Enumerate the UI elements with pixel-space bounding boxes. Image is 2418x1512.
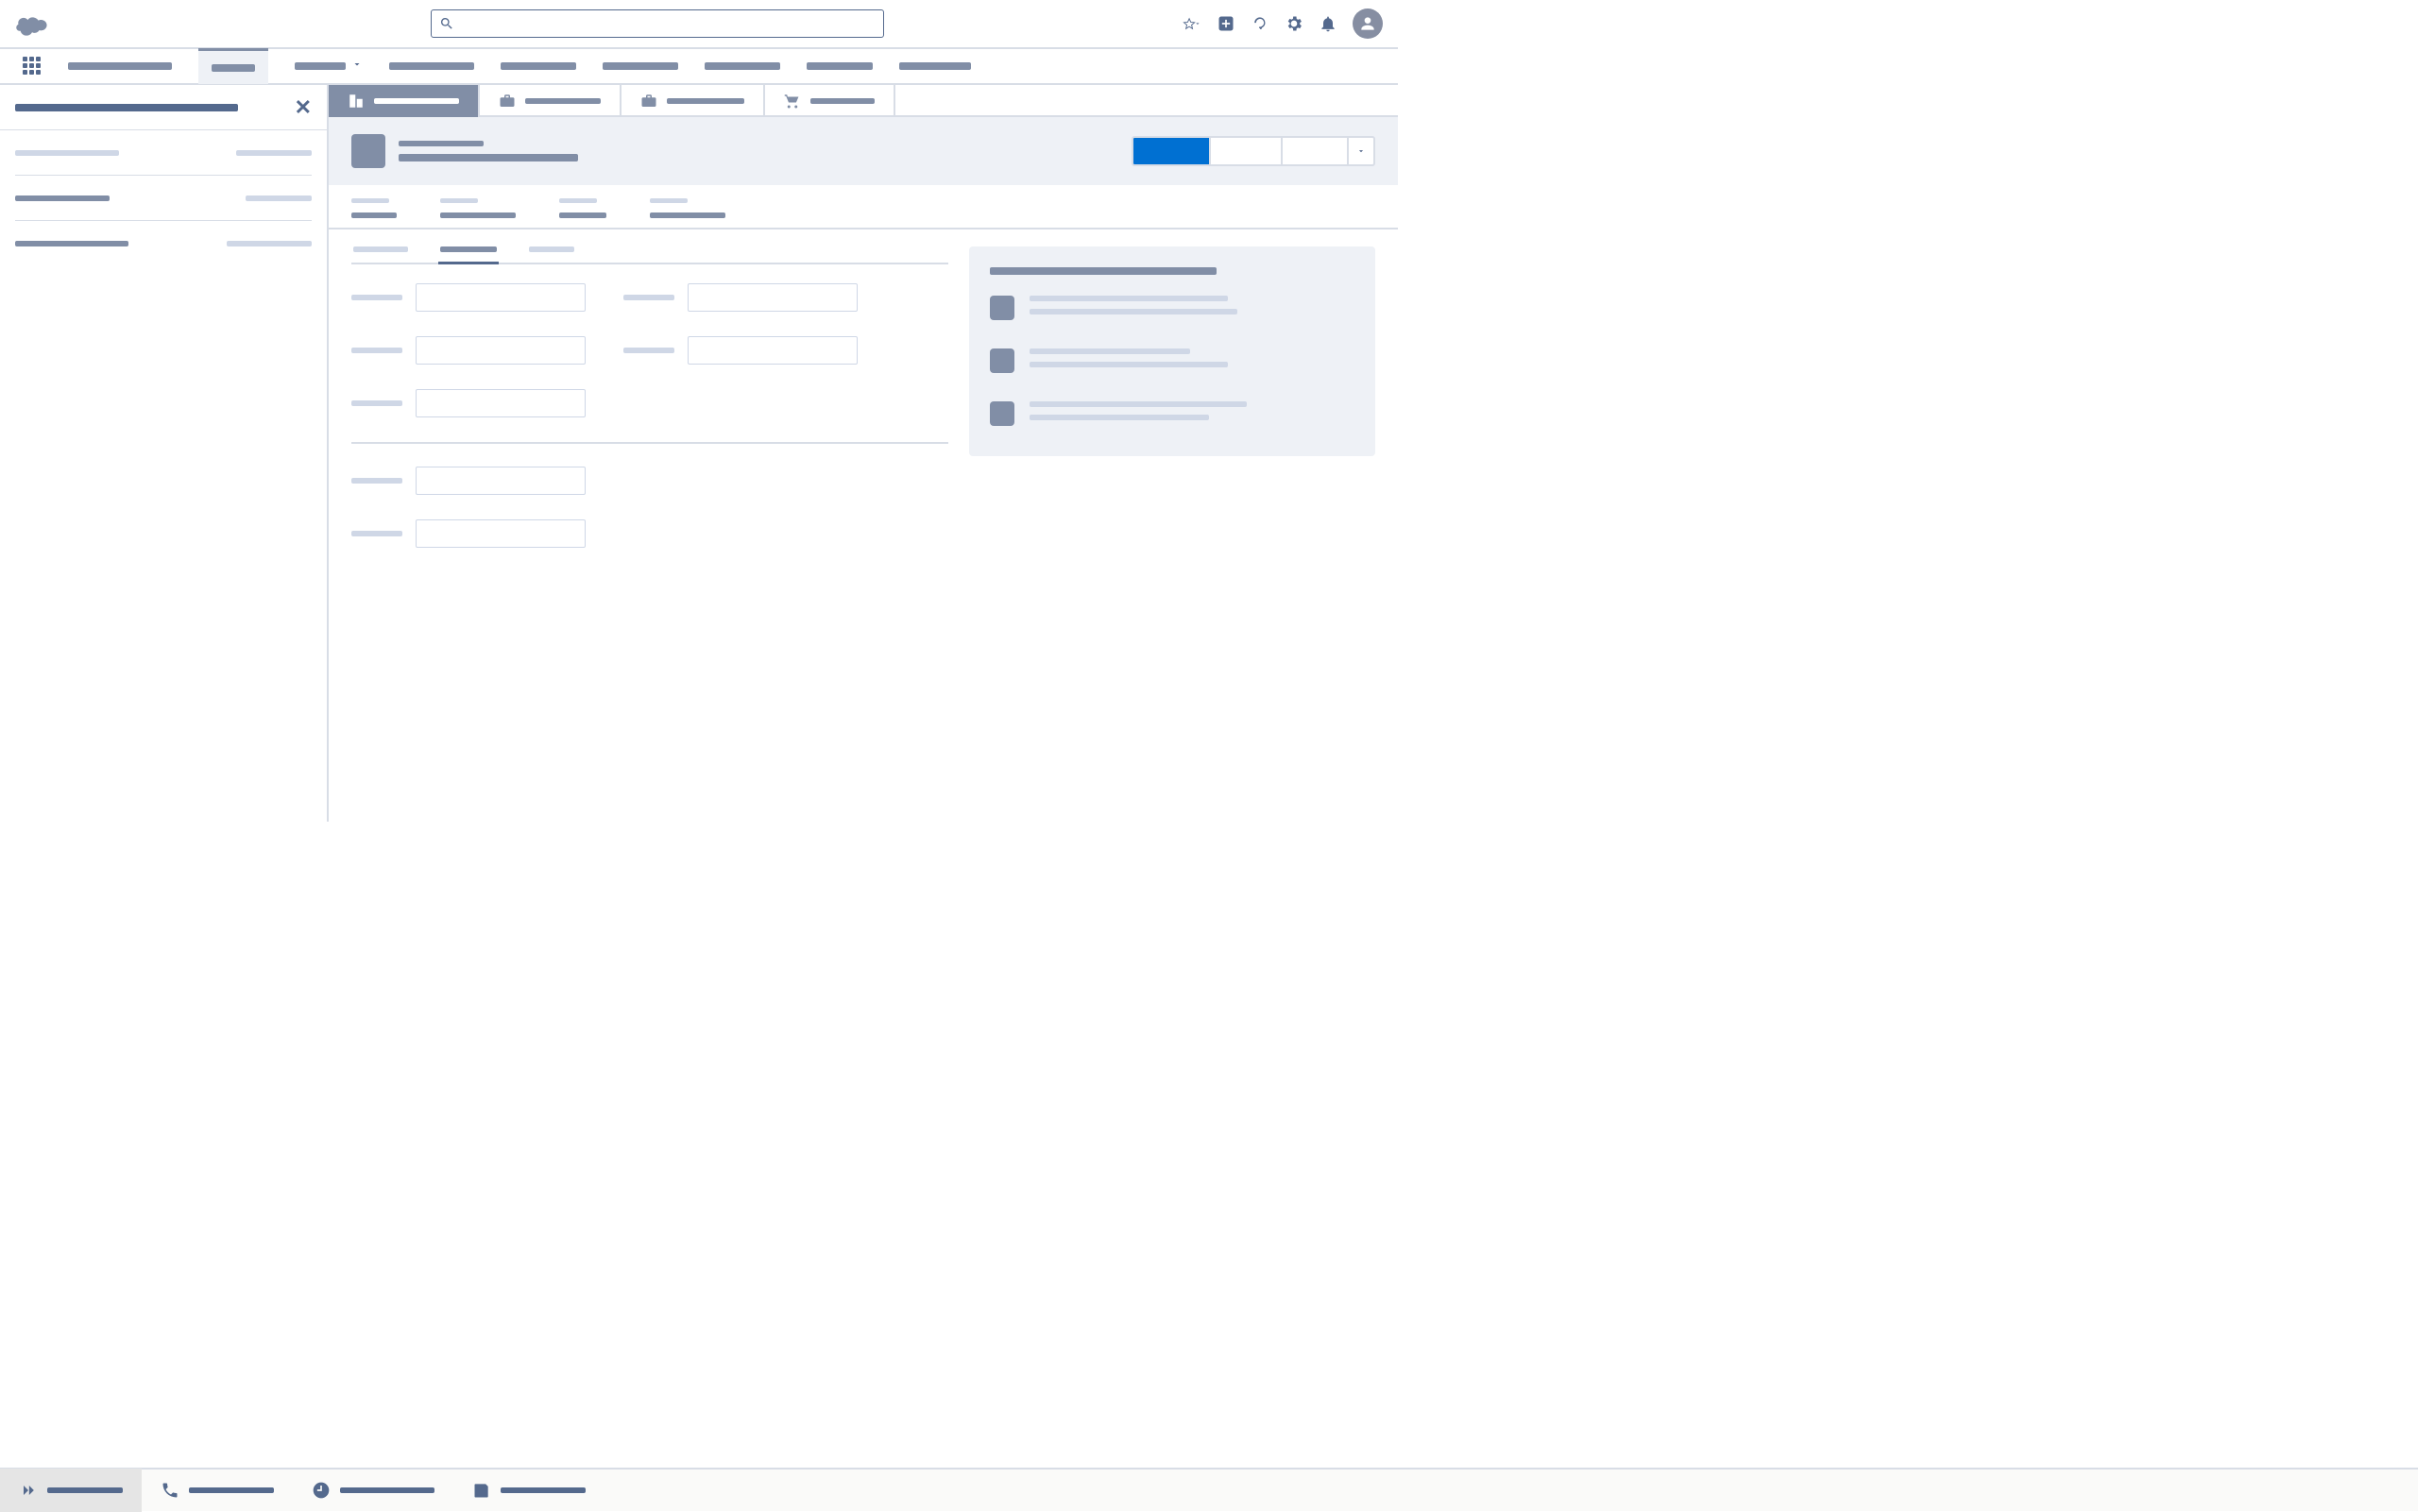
form-field-0-0	[351, 283, 586, 312]
user-avatar[interactable]	[1353, 8, 1383, 39]
form-field-0-1	[623, 283, 858, 312]
split-view-header: ✕	[0, 85, 327, 130]
nav-item-7[interactable]	[807, 48, 873, 84]
secondary-action-2[interactable]	[1283, 138, 1349, 164]
record-header	[329, 117, 1398, 185]
nav-item-4[interactable]	[501, 48, 576, 84]
subtab-1[interactable]	[438, 246, 499, 264]
form-section-1	[351, 264, 948, 417]
utility-item-3[interactable]	[453, 1469, 604, 1512]
detail-subtabs	[351, 246, 948, 264]
related-item-icon	[990, 401, 1014, 426]
highlight-field-1	[440, 198, 516, 218]
briefcase-icon	[640, 93, 657, 110]
nav-item-2[interactable]	[295, 48, 363, 84]
split-view-title	[15, 104, 238, 111]
subtab-2[interactable]	[527, 246, 576, 263]
record-action-bar	[1132, 136, 1375, 166]
clock-icon	[312, 1481, 331, 1500]
split-list-item-1[interactable]	[15, 176, 312, 221]
highlight-field-3	[650, 198, 725, 218]
input-0-0[interactable]	[416, 283, 586, 312]
salesforce-cloud-logo	[15, 10, 53, 37]
form-field-b-1	[351, 519, 586, 548]
related-item-icon	[990, 296, 1014, 320]
utility-item-2[interactable]	[293, 1469, 453, 1512]
workspace-tab-1[interactable]	[480, 85, 622, 117]
related-item-2[interactable]	[990, 401, 1354, 426]
favorites-button[interactable]	[1183, 14, 1201, 33]
phone-icon	[161, 1481, 179, 1500]
related-item-1[interactable]	[990, 348, 1354, 373]
form-field-1-1	[623, 336, 858, 365]
highlight-field-0	[351, 198, 397, 218]
input-1-0[interactable]	[416, 336, 586, 365]
record-name	[399, 154, 578, 161]
highlight-field-2	[559, 198, 606, 218]
split-list-item-0[interactable]	[15, 130, 312, 176]
utility-bar	[0, 1468, 2418, 1511]
caret-down-icon	[1356, 146, 1366, 156]
input-b-0[interactable]	[416, 467, 586, 495]
help-button[interactable]	[1251, 14, 1269, 33]
global-header	[0, 0, 1398, 49]
close-split-view-button[interactable]: ✕	[295, 95, 312, 120]
split-view-panel: ✕	[0, 85, 329, 822]
cart-icon	[784, 93, 801, 110]
workspace-tab-2[interactable]	[622, 85, 765, 117]
form-field-2-0	[351, 389, 586, 417]
form-field-1-0	[351, 336, 586, 365]
chevrons-right-icon	[19, 1481, 38, 1500]
accounts-icon	[348, 93, 365, 110]
workspace-tab-3[interactable]	[765, 85, 895, 117]
notifications-button[interactable]	[1319, 14, 1337, 33]
related-panel	[969, 246, 1375, 456]
related-panel-title	[990, 267, 1217, 275]
record-type-label	[399, 141, 484, 146]
app-nav-bar	[0, 49, 1398, 85]
workspace-tab-0[interactable]	[329, 85, 480, 117]
app-launcher-button[interactable]	[23, 57, 42, 76]
split-list-item-2[interactable]	[15, 221, 312, 266]
primary-action-button[interactable]	[1133, 138, 1211, 164]
utility-item-0[interactable]	[0, 1469, 142, 1512]
related-item-icon	[990, 348, 1014, 373]
input-1-1[interactable]	[688, 336, 858, 365]
global-actions-button[interactable]	[1217, 14, 1235, 33]
chevron-down-icon	[351, 58, 363, 75]
utility-item-1[interactable]	[142, 1469, 293, 1512]
related-item-0[interactable]	[990, 296, 1354, 320]
nav-item-1[interactable]	[198, 48, 268, 84]
notes-icon	[472, 1481, 491, 1500]
nav-item-8[interactable]	[899, 48, 971, 84]
input-0-1[interactable]	[688, 283, 858, 312]
input-2-0[interactable]	[416, 389, 586, 417]
setup-gear-button[interactable]	[1285, 14, 1303, 33]
nav-item-5[interactable]	[603, 48, 678, 84]
global-search-input[interactable]	[462, 17, 876, 30]
nav-item-0[interactable]	[68, 48, 172, 84]
search-icon	[439, 16, 454, 31]
form-section-divider	[351, 442, 948, 444]
workspace-tabs	[329, 85, 1398, 117]
input-b-1[interactable]	[416, 519, 586, 548]
nav-item-6[interactable]	[705, 48, 780, 84]
highlights-panel	[329, 185, 1398, 229]
more-actions-button[interactable]	[1349, 138, 1373, 164]
nav-item-3[interactable]	[389, 48, 474, 84]
form-field-b-0	[351, 467, 586, 495]
secondary-action-1[interactable]	[1211, 138, 1283, 164]
global-search[interactable]	[431, 9, 884, 38]
briefcase-icon	[499, 93, 516, 110]
form-section-2	[351, 467, 948, 548]
subtab-0[interactable]	[351, 246, 410, 263]
record-entity-icon	[351, 134, 385, 168]
